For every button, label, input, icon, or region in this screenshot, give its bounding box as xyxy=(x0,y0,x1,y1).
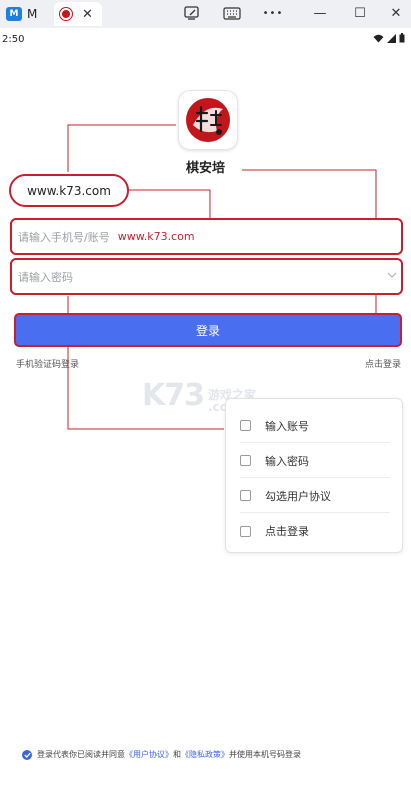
tab-close-icon[interactable]: ✕ xyxy=(82,7,93,22)
agreement-and: 和 xyxy=(173,750,181,759)
phone-account-input[interactable]: 请输入手机号/账号 www.k73.com xyxy=(10,218,403,255)
checkbox[interactable] xyxy=(240,525,251,537)
app-logo xyxy=(178,90,238,150)
status-icons xyxy=(373,33,405,43)
browser-tab-2-active[interactable]: ✕ xyxy=(54,2,102,26)
click-login-hint: 点击登录 xyxy=(364,360,401,370)
signal-icon xyxy=(387,33,396,43)
tab-1-title: M xyxy=(27,7,38,21)
steps-checklist-panel: 输入账号 输入密码 勾选用户协议 点击登录 xyxy=(225,398,403,553)
app-m-icon: M xyxy=(6,7,22,21)
checkbox[interactable] xyxy=(240,455,251,466)
checklist-item-label: 输入密码 xyxy=(265,454,309,468)
battery-icon xyxy=(399,33,405,43)
browser-tab-1[interactable]: M M xyxy=(6,2,52,26)
sms-login-link[interactable]: 手机验证码登录 xyxy=(16,357,79,370)
privacy-policy-link[interactable]: 《隐私政策》 xyxy=(181,749,229,760)
checklist-item-label: 输入账号 xyxy=(265,419,309,433)
checklist-item-label: 点击登录 xyxy=(265,525,309,538)
watermark-k73: K73 xyxy=(142,378,205,413)
browser-tab-bar: M M ✕ ••• — ☐ ✕ xyxy=(0,0,411,28)
agreement-suffix: 并使用本机号码登录 xyxy=(229,750,301,759)
checklist-item[interactable]: 输入账号 xyxy=(240,409,390,443)
status-time: 2:50 xyxy=(2,34,25,45)
more-options-button[interactable]: ••• xyxy=(262,4,284,22)
chess-seal-icon xyxy=(186,98,230,142)
url-callout: www.k73.com xyxy=(9,174,129,207)
checkbox[interactable] xyxy=(240,420,251,431)
maximize-button[interactable]: ☐ xyxy=(352,4,368,22)
user-protocol-link[interactable]: 《用户协议》 xyxy=(125,749,173,760)
favicon-icon xyxy=(60,8,72,20)
chevron-down-icon[interactable] xyxy=(387,272,397,278)
close-window-button[interactable]: ✕ xyxy=(388,4,404,22)
agreement-checkbox[interactable] xyxy=(22,749,32,760)
login-button[interactable]: 登录 xyxy=(14,313,402,347)
checklist-item[interactable]: 点击登录 xyxy=(240,514,390,548)
screen-edit-icon[interactable] xyxy=(182,4,202,22)
agreement-row: 登录代表你已阅读并同意 《用户协议》 和 《隐私政策》 并使用本机号码登录 xyxy=(22,749,301,760)
agreement-prefix: 登录代表你已阅读并同意 xyxy=(37,750,125,759)
checklist-item-label: 勾选用户协议 xyxy=(265,489,331,503)
keyboard-icon[interactable] xyxy=(222,4,242,22)
phone-typed-value: www.k73.com xyxy=(117,230,195,243)
login-button-label: 登录 xyxy=(195,323,220,338)
checkbox[interactable] xyxy=(240,490,251,501)
minimize-button[interactable]: — xyxy=(312,4,328,22)
wifi-icon xyxy=(373,34,384,42)
password-input[interactable]: 请输入密码 xyxy=(10,258,403,295)
checkmark-icon xyxy=(23,752,31,758)
phone-placeholder: 请输入手机号/账号 xyxy=(18,230,110,244)
password-placeholder: 请输入密码 xyxy=(18,270,73,284)
checklist-item[interactable]: 勾选用户协议 xyxy=(240,479,390,513)
checklist-item[interactable]: 输入密码 xyxy=(240,444,390,478)
